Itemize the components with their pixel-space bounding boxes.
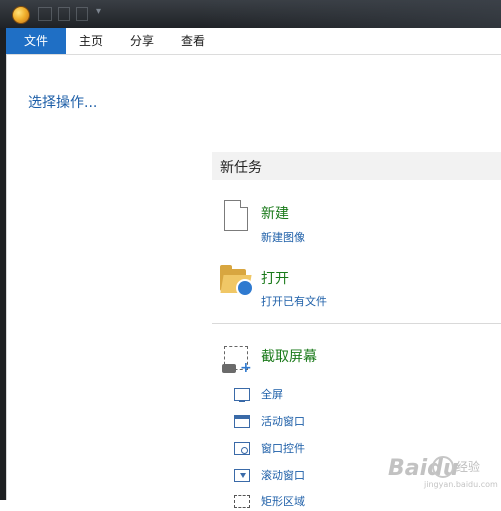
blank-document-icon[interactable] — [224, 200, 248, 231]
tab-view[interactable]: 查看 — [168, 28, 218, 54]
capture-window-control-label: 窗口控件 — [261, 442, 305, 455]
new-title[interactable]: 新建 — [261, 203, 289, 223]
capture-fullscreen-label: 全屏 — [261, 388, 283, 401]
menu-divider — [0, 54, 501, 55]
open-existing-file-link[interactable]: 打开已有文件 — [261, 293, 327, 309]
title-bar: ▾ — [0, 0, 501, 28]
menu-bar: 文件 主页 分享 查看 — [0, 28, 501, 54]
watermark-text: 经验 — [456, 460, 481, 474]
scrolling-window-icon — [234, 469, 250, 482]
window-control-icon — [234, 442, 250, 455]
capture-active-window-label: 活动窗口 — [261, 415, 305, 428]
capture-screen-title[interactable]: 截取屏幕 — [261, 346, 317, 366]
tab-share[interactable]: 分享 — [116, 28, 168, 54]
camera-capture-icon[interactable]: + — [222, 346, 252, 376]
tab-home[interactable]: 主页 — [66, 28, 116, 54]
capture-scrolling-window-label: 滚动窗口 — [261, 469, 305, 482]
folder-open-icon[interactable] — [220, 265, 254, 297]
new-image-link[interactable]: 新建图像 — [261, 229, 305, 245]
rectangle-region-icon — [234, 495, 250, 508]
section-divider — [212, 323, 501, 324]
quick-access-dropdown-icon[interactable]: ▾ — [96, 6, 101, 17]
select-action-prompt: 选择操作... — [28, 95, 98, 111]
title-bar-background — [200, 0, 501, 28]
window-icon — [234, 415, 250, 428]
capture-rect-region-label: 矩形区域 — [261, 495, 305, 508]
open-title[interactable]: 打开 — [261, 268, 289, 288]
app-logo-icon[interactable] — [12, 6, 30, 24]
baidu-jingyan-watermark: Baidu 经验 jingyan.baidu.com — [388, 452, 498, 496]
watermark-url: jingyan.baidu.com — [424, 480, 498, 489]
quick-undo-icon[interactable] — [58, 7, 70, 21]
window-inner-edge — [6, 54, 7, 500]
task-panel-title: 新任务 — [220, 160, 262, 176]
paw-icon — [432, 456, 454, 478]
monitor-icon — [234, 388, 250, 402]
tab-file[interactable]: 文件 — [6, 28, 66, 54]
quick-save-icon[interactable] — [38, 7, 52, 21]
quick-redo-icon[interactable] — [76, 7, 88, 21]
